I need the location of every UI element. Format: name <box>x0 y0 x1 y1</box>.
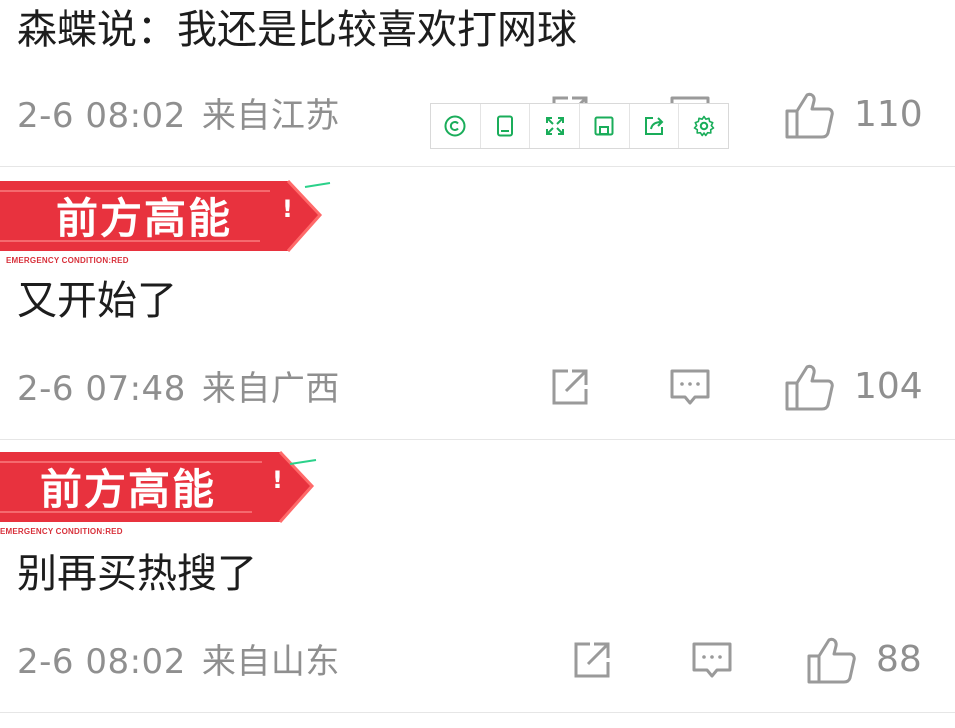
thumbs-up-icon <box>785 364 834 411</box>
comment-text: 别再买热搜了 <box>17 551 257 597</box>
like-action[interactable]: 88 <box>806 636 922 684</box>
thumbs-up-icon <box>785 92 834 139</box>
comment-icon <box>692 642 732 678</box>
toolbar-tablet-button[interactable] <box>481 104 531 148</box>
expand-icon <box>545 117 564 135</box>
emergency-badge: 前方高能 ! EMERGENCY CONDITION:RED <box>0 440 340 540</box>
like-count: 104 <box>854 366 923 407</box>
toolbar-settings-button[interactable] <box>679 104 728 148</box>
badge-subtitle: EMERGENCY CONDITION:RED <box>6 256 129 265</box>
comment-text: 森蝶说：我还是比较喜欢打网球 <box>17 7 577 53</box>
settings-icon <box>693 115 714 137</box>
comment-location: 来自江苏 <box>201 96 340 136</box>
copyright-icon <box>444 115 466 137</box>
badge-exclaim: ! <box>272 466 283 494</box>
toolbar-expand-button[interactable] <box>530 104 581 148</box>
comment-date: 2-6 08:02 <box>17 642 186 682</box>
like-count: 110 <box>854 94 923 135</box>
comment-2: 前方高能 ! EMERGENCY CONDITION:RED 又开始了 2-6 … <box>0 167 955 439</box>
save-icon <box>594 116 614 136</box>
comment-text: 又开始了 <box>17 278 177 324</box>
comment-location: 来自山东 <box>201 642 340 682</box>
like-action[interactable]: 110 <box>784 91 923 139</box>
badge-subtitle: EMERGENCY CONDITION:RED <box>0 527 123 536</box>
comment-date: 2-6 07:48 <box>17 369 186 409</box>
toolbar-copyright-button[interactable] <box>431 104 481 148</box>
like-action[interactable]: 104 <box>784 363 923 411</box>
comment-meta: 2-6 07:48 来自广西 <box>17 369 340 409</box>
comment-meta: 2-6 08:02 来自山东 <box>17 642 340 682</box>
floating-toolbar <box>430 103 729 149</box>
divider <box>0 712 955 713</box>
badge-exclaim: ! <box>282 195 293 223</box>
thumbs-up-icon <box>807 637 856 684</box>
toolbar-share-button[interactable] <box>630 104 680 148</box>
reply-action[interactable] <box>668 365 712 409</box>
share-icon <box>574 642 610 678</box>
tablet-icon <box>497 115 513 137</box>
comment-date: 2-6 08:02 <box>17 96 186 136</box>
share-icon <box>645 117 664 135</box>
emergency-badge: 前方高能 ! EMERGENCY CONDITION:RED <box>0 169 340 269</box>
badge-title: 前方高能 <box>40 465 217 514</box>
like-count: 88 <box>876 639 922 680</box>
comment-meta: 2-6 08:02 来自江苏 <box>17 96 340 136</box>
toolbar-save-button[interactable] <box>580 104 630 148</box>
comment-icon <box>670 369 710 405</box>
reply-action[interactable] <box>690 638 734 682</box>
share-action[interactable] <box>570 638 614 682</box>
comment-location: 来自广西 <box>201 369 340 409</box>
comment-3: 前方高能 ! EMERGENCY CONDITION:RED 别再买热搜了 2-… <box>0 440 955 712</box>
share-action[interactable] <box>548 365 592 409</box>
share-icon <box>552 369 588 405</box>
badge-title: 前方高能 <box>56 194 233 243</box>
